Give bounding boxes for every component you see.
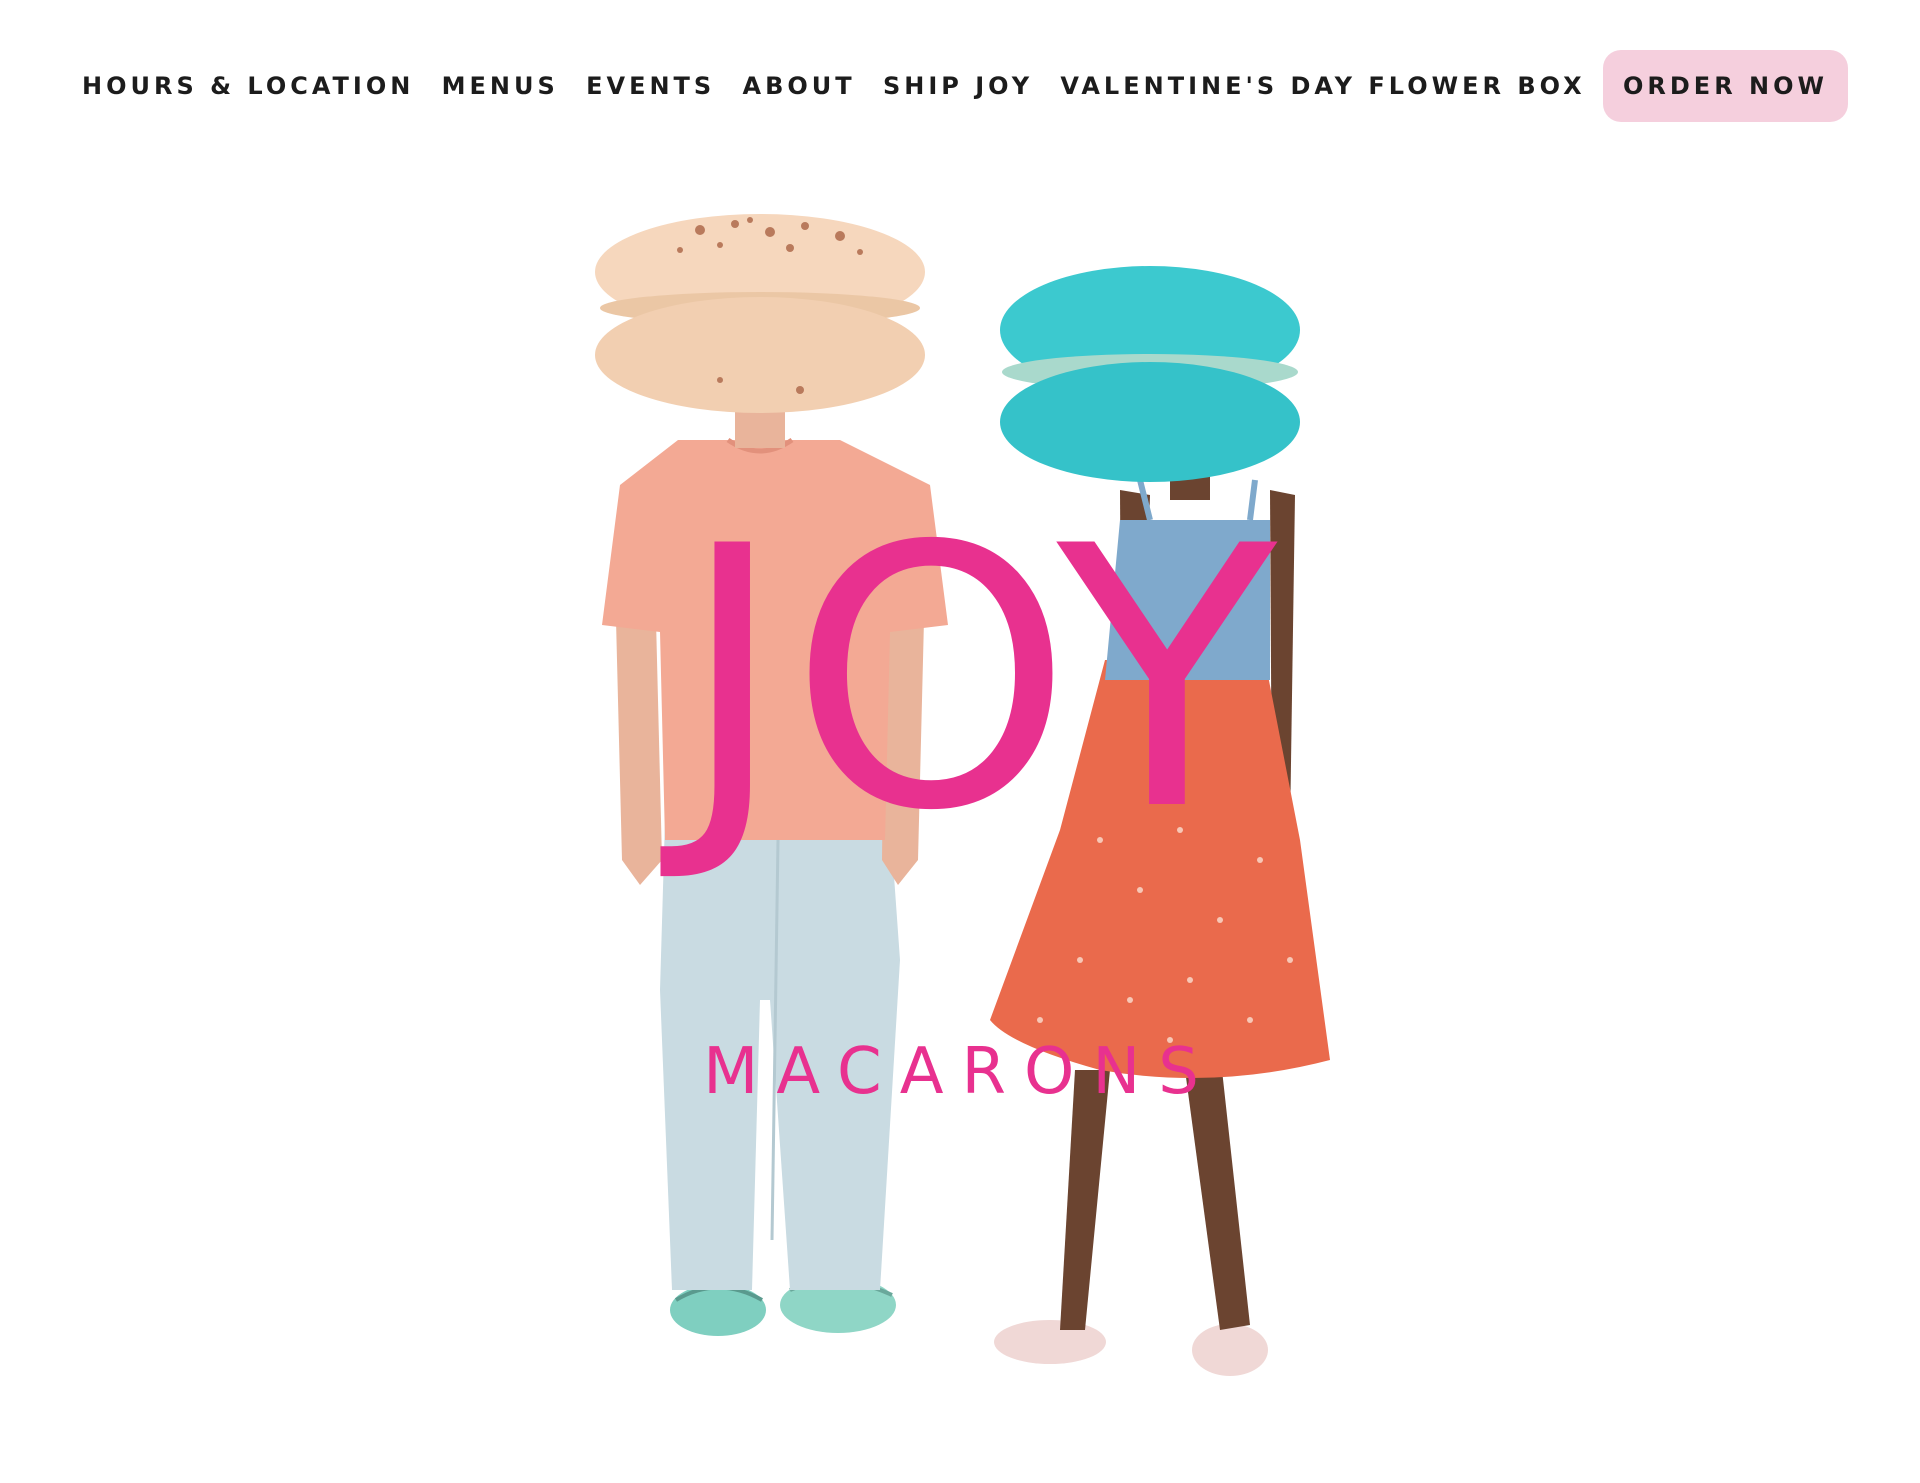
nav-valentines-flower-box[interactable]: VALENTINE'S DAY FLOWER BOX xyxy=(1050,72,1595,100)
logo-joy: JOY xyxy=(679,470,1281,889)
hero: JOY MACARONS xyxy=(0,140,1920,1483)
nav-events[interactable]: EVENTS xyxy=(576,72,725,100)
nav-hours-location[interactable]: HOURS & LOCATION xyxy=(72,72,424,100)
nav-menus[interactable]: MENUS xyxy=(432,72,569,100)
order-now-button[interactable]: ORDER NOW xyxy=(1603,50,1848,122)
main-nav: HOURS & LOCATION MENUS EVENTS ABOUT SHIP… xyxy=(72,48,1848,124)
nav-ship-joy[interactable]: SHIP JOY xyxy=(873,72,1043,100)
nav-about[interactable]: ABOUT xyxy=(733,72,866,100)
logo-macarons: MACARONS xyxy=(703,1035,1217,1109)
